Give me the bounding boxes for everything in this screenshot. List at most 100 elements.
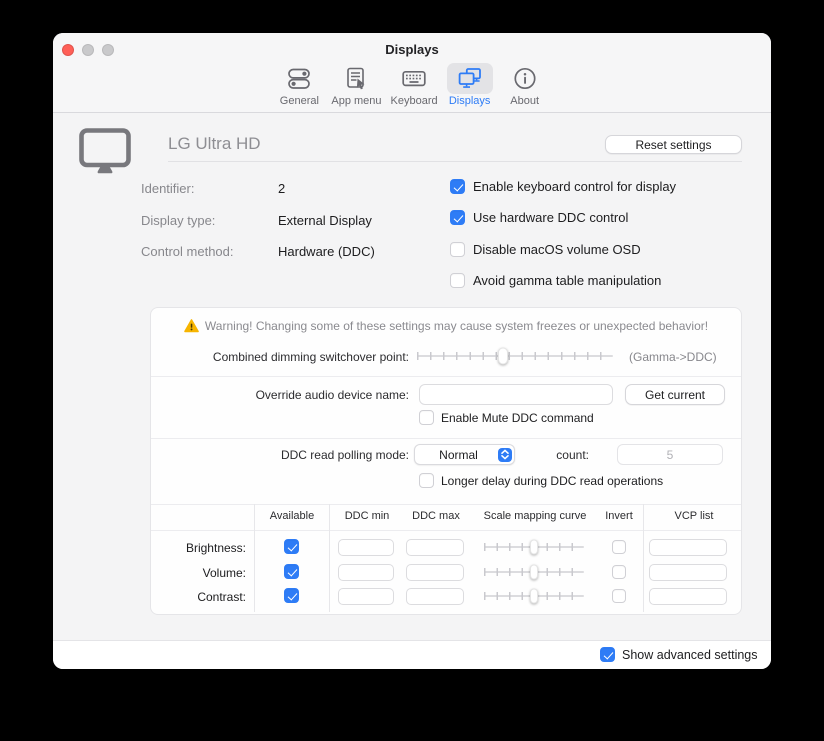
mute-ddc-label: Enable Mute DDC command: [441, 411, 594, 425]
row-volume-label: Volume:: [151, 566, 246, 580]
slider-thumb[interactable]: [530, 540, 538, 555]
display-type-value: External Display: [278, 213, 372, 228]
slider-thumb[interactable]: [498, 348, 508, 365]
contrast-vcp-input[interactable]: [649, 588, 727, 605]
brightness-available-checkbox[interactable]: [284, 539, 299, 554]
window-title: Displays: [53, 42, 771, 57]
brightness-curve-slider[interactable]: [484, 539, 584, 555]
volume-available-checkbox[interactable]: [284, 564, 299, 579]
column-divider: [329, 504, 330, 612]
get-current-button[interactable]: Get current: [625, 384, 725, 405]
longer-delay-label: Longer delay during DDC read operations: [441, 474, 663, 488]
control-method-label: Control method:: [141, 244, 271, 259]
option-row: Disable macOS volume OSD: [450, 242, 641, 257]
header-vcp-list: VCP list: [649, 510, 739, 522]
count-input[interactable]: [617, 444, 723, 465]
volume-ddc-max-input[interactable]: [406, 564, 464, 581]
tab-displays-label: Displays: [449, 95, 491, 107]
divider: [168, 161, 742, 162]
polling-mode-select[interactable]: Normal: [414, 444, 515, 465]
warning-row: Warning! Changing some of these settings…: [151, 319, 741, 333]
hardware-ddc-checkbox[interactable]: [450, 210, 465, 225]
identifier-value: 2: [278, 181, 285, 196]
brightness-ddc-min-input[interactable]: [338, 539, 394, 556]
header-scale-curve: Scale mapping curve: [473, 510, 597, 522]
volume-curve-slider[interactable]: [484, 564, 584, 580]
option-row: Enable keyboard control for display: [450, 179, 676, 194]
display-type-label: Display type:: [141, 213, 271, 228]
avoid-gamma-checkbox[interactable]: [450, 273, 465, 288]
advanced-settings-panel: Warning! Changing some of these settings…: [150, 307, 742, 615]
brightness-vcp-input[interactable]: [649, 539, 727, 556]
volume-invert-checkbox[interactable]: [612, 565, 626, 579]
slider-thumb[interactable]: [530, 589, 538, 604]
option-row: Use hardware DDC control: [450, 210, 628, 225]
divider: [151, 376, 741, 377]
longer-delay-checkbox[interactable]: [419, 473, 434, 488]
control-method-value: Hardware (DDC): [278, 244, 375, 259]
tab-displays[interactable]: Displays: [447, 63, 493, 107]
avoid-gamma-label: Avoid gamma table manipulation: [473, 273, 661, 288]
tab-general[interactable]: General: [276, 63, 322, 107]
brightness-invert-checkbox[interactable]: [612, 540, 626, 554]
dimming-slider[interactable]: [417, 347, 613, 365]
keyboard-control-label: Enable keyboard control for display: [473, 179, 676, 194]
contrast-ddc-max-input[interactable]: [406, 588, 464, 605]
menu-cursor-icon: [333, 63, 379, 94]
header-available: Available: [255, 510, 329, 522]
tab-app-menu-label: App menu: [331, 95, 381, 107]
header-ddc-max: DDC max: [404, 510, 468, 522]
toggles-icon: [276, 63, 322, 94]
mute-ddc-checkbox[interactable]: [419, 410, 434, 425]
divider: [151, 504, 741, 505]
option-row: Avoid gamma table manipulation: [450, 273, 661, 288]
mute-ddc-row: Enable Mute DDC command: [419, 410, 594, 425]
header-invert: Invert: [597, 510, 641, 522]
title-bar: Displays General: [53, 33, 771, 113]
identifier-label: Identifier:: [141, 181, 271, 196]
show-advanced-label: Show advanced settings: [622, 648, 758, 662]
tab-about[interactable]: About: [502, 63, 548, 107]
count-label: count:: [501, 448, 589, 462]
audio-name-label: Override audio device name:: [151, 388, 409, 402]
divider: [151, 530, 741, 531]
disable-osd-label: Disable macOS volume OSD: [473, 242, 641, 257]
volume-vcp-input[interactable]: [649, 564, 727, 581]
contrast-ddc-min-input[interactable]: [338, 588, 394, 605]
longer-delay-row: Longer delay during DDC read operations: [419, 473, 663, 488]
warning-text: Warning! Changing some of these settings…: [205, 319, 708, 333]
contrast-curve-slider[interactable]: [484, 588, 584, 604]
warning-icon: [184, 319, 199, 333]
preferences-window: Displays General: [53, 33, 771, 669]
tab-keyboard[interactable]: Keyboard: [391, 63, 438, 107]
header-ddc-min: DDC min: [335, 510, 399, 522]
reset-settings-button[interactable]: Reset settings: [605, 135, 742, 154]
tab-general-label: General: [280, 95, 319, 107]
monitor-icon: [79, 128, 131, 174]
slider-ticks: [417, 352, 613, 360]
divider: [151, 438, 741, 439]
keyboard-control-checkbox[interactable]: [450, 179, 465, 194]
slider-thumb[interactable]: [530, 565, 538, 580]
contrast-available-checkbox[interactable]: [284, 588, 299, 603]
show-advanced-row: Show advanced settings: [600, 647, 758, 662]
row-brightness-label: Brightness:: [151, 541, 246, 555]
dimming-suffix: (Gamma->DDC): [629, 350, 717, 364]
dimming-label: Combined dimming switchover point:: [151, 350, 409, 364]
displays-icon: [447, 63, 493, 94]
display-name: LG Ultra HD: [168, 134, 261, 154]
contrast-invert-checkbox[interactable]: [612, 589, 626, 603]
disable-osd-checkbox[interactable]: [450, 242, 465, 257]
hardware-ddc-label: Use hardware DDC control: [473, 210, 628, 225]
audio-name-input[interactable]: [419, 384, 613, 405]
show-advanced-checkbox[interactable]: [600, 647, 615, 662]
column-divider: [643, 504, 644, 612]
volume-ddc-min-input[interactable]: [338, 564, 394, 581]
tab-about-label: About: [510, 95, 539, 107]
tab-keyboard-label: Keyboard: [391, 95, 438, 107]
footer-bar: Show advanced settings: [53, 640, 771, 669]
polling-mode-label: DDC read polling mode:: [151, 448, 409, 462]
row-contrast-label: Contrast:: [151, 590, 246, 604]
tab-app-menu[interactable]: App menu: [331, 63, 381, 107]
brightness-ddc-max-input[interactable]: [406, 539, 464, 556]
